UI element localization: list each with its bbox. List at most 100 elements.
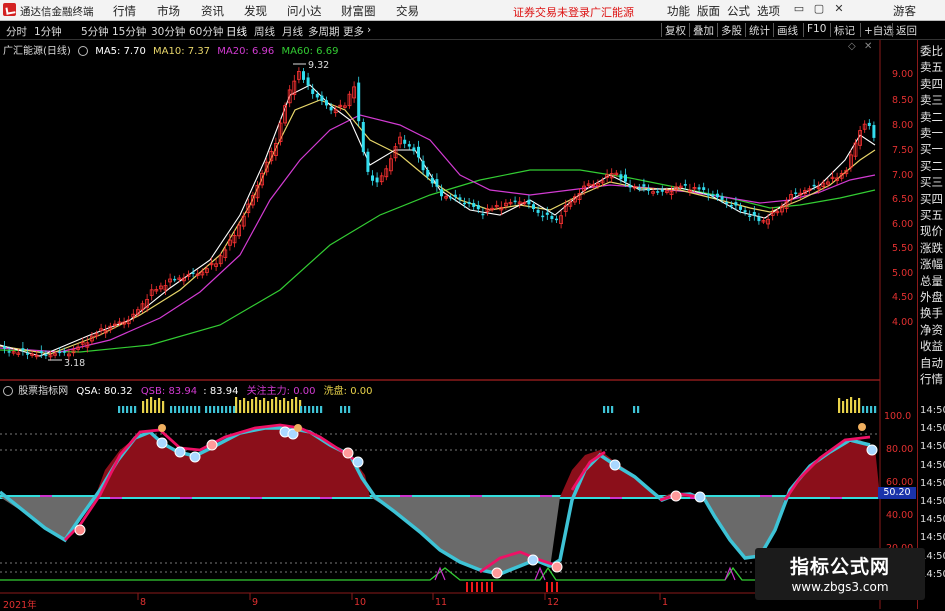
quote-panel-item[interactable]: 涨跌 (920, 241, 943, 256)
settings-circle-icon[interactable] (78, 46, 88, 56)
ma20-line (0, 114, 876, 353)
quote-panel-item[interactable]: 卖四 (920, 77, 943, 92)
tool-tongji[interactable]: 统计 (745, 23, 773, 37)
close-chart-icon[interactable]: ✕ (864, 41, 872, 52)
login-warning[interactable]: 证券交易未登录 (513, 4, 590, 20)
signal-bar (870, 406, 873, 413)
tool-biaoji[interactable]: 标记 (830, 23, 858, 37)
period-fenshi[interactable]: 分时 (6, 24, 27, 39)
signal-bar (146, 399, 149, 413)
quote-panel-item[interactable]: 买二 (920, 159, 943, 174)
candle-body (467, 201, 471, 204)
app-logo-icon (3, 3, 16, 16)
menu-xuanxiang[interactable]: 选项 (757, 3, 780, 19)
tool-fanhui[interactable]: 返回 (892, 23, 920, 37)
candle-body (21, 348, 25, 351)
quote-panel-item[interactable]: 14:50 (920, 458, 945, 473)
period-1min[interactable]: 1分钟 (34, 24, 62, 39)
qsa-value: QSA: 80.32 (76, 386, 133, 397)
indicator-settings-icon[interactable] (3, 386, 13, 396)
chevron-right-icon[interactable]: › (367, 24, 371, 36)
restore-icon[interactable]: ▢ (812, 2, 826, 16)
quote-panel-item[interactable]: 买三 (920, 175, 943, 190)
quote-panel-item[interactable]: 14:50 (920, 421, 945, 436)
quote-panel-item[interactable]: 净资 (920, 323, 943, 338)
candle-body (329, 106, 333, 111)
candle-body (660, 189, 664, 192)
menu-gongneng[interactable]: 功能 (667, 3, 690, 19)
quote-panel-item[interactable]: 14:50 (920, 476, 945, 491)
tool-fuquan[interactable]: 复权 (661, 23, 689, 37)
period-15min[interactable]: 15分钟 (112, 24, 146, 39)
period-5min[interactable]: 5分钟 (81, 24, 109, 39)
period-weekly[interactable]: 周线 (254, 24, 275, 39)
period-multi[interactable]: 多周期 (308, 24, 340, 39)
quote-panel-item[interactable]: 收益 (920, 339, 943, 354)
quote-panel-item[interactable]: 14:50 (920, 439, 945, 454)
menu-caifuquan[interactable]: 财富圈 (341, 3, 376, 19)
signal-bar (263, 398, 266, 413)
candle-body (44, 354, 48, 356)
quote-panel-item[interactable]: 自动 (920, 356, 943, 371)
quote-panel-item[interactable]: 换手 (920, 306, 943, 321)
candle-body (458, 197, 462, 200)
candle-body (624, 174, 627, 182)
menu-zixun[interactable]: 资讯 (201, 3, 224, 19)
candle-body (720, 196, 724, 200)
menu-wenxiaoda[interactable]: 问小达 (287, 3, 322, 19)
minimize-icon[interactable]: ▭ (792, 2, 806, 16)
period-daily[interactable]: 日线 (226, 24, 247, 39)
quote-panel-item[interactable]: 委比 (920, 44, 943, 59)
menu-jiaoyi[interactable]: 交易 (396, 3, 419, 19)
quote-panel-item[interactable]: 总量 (920, 274, 943, 289)
tool-f10[interactable]: F10 (803, 23, 829, 37)
signal-bar (150, 397, 153, 413)
quote-panel-item[interactable]: 行情 (920, 372, 943, 387)
quote-panel-item[interactable]: 卖五 (920, 60, 943, 75)
quote-panel-item[interactable]: 涨幅 (920, 257, 943, 272)
quote-panel-item[interactable]: 外盘 (920, 290, 943, 305)
candle-body (306, 77, 310, 86)
signal-bar (255, 397, 258, 413)
quote-panel-item[interactable]: 买四 (920, 192, 943, 207)
x-tick: 12 (547, 597, 560, 608)
quote-panel-item[interactable]: 14:50 (920, 530, 945, 545)
quote-panel-item[interactable]: 14:50 (920, 494, 945, 509)
menu-shichang[interactable]: 市场 (157, 3, 180, 19)
close-icon[interactable]: ✕ (832, 2, 846, 16)
x-tick: 9 (252, 597, 259, 608)
menu-banmian[interactable]: 版面 (697, 3, 720, 19)
quote-panel-item[interactable]: 买一 (920, 142, 943, 157)
watermark-title: 指标公式网 (789, 556, 890, 578)
app-title: 通达信金融终端 (20, 6, 94, 18)
quote-panel-item[interactable]: 买五 (920, 208, 943, 223)
ma5-line (0, 84, 876, 357)
signal-bar (838, 398, 841, 413)
collapse-icon[interactable]: ◇ (848, 41, 856, 52)
quote-panel-item[interactable]: 现价 (920, 224, 943, 239)
period-more[interactable]: 更多 (343, 24, 364, 39)
y-tick: 7.50 (892, 145, 914, 156)
quote-panel-item[interactable]: 卖一 (920, 126, 943, 141)
menu-hangqing[interactable]: 行情 (113, 3, 136, 19)
quote-panel-item[interactable]: 14:50 (920, 403, 945, 418)
menu-gongshi[interactable]: 公式 (727, 3, 750, 19)
period-60min[interactable]: 60分钟 (189, 24, 223, 39)
quote-panel-item[interactable]: 14:50 (920, 512, 945, 527)
quote-panel-item[interactable]: 卖三 (920, 93, 943, 108)
quote-panel-item[interactable]: 卖二 (920, 110, 943, 125)
tool-huaxian[interactable]: 画线 (773, 23, 801, 37)
watermark-url: www.zbgs3.com (791, 580, 889, 594)
candle-body (302, 71, 305, 80)
signal-bar (162, 401, 165, 413)
ma60-value: MA60: 6.69 (281, 46, 339, 57)
period-monthly[interactable]: 月线 (282, 24, 303, 39)
candle-body (725, 202, 729, 204)
guest-label[interactable]: 游客 (893, 3, 916, 19)
period-30min[interactable]: 30分钟 (151, 24, 185, 39)
kline-chart-svg[interactable]: 9.32 3.18 (0, 40, 917, 609)
tool-diejia[interactable]: 叠加 (689, 23, 717, 37)
candle-body (58, 351, 62, 354)
tool-duogu[interactable]: 多股 (717, 23, 745, 37)
menu-faxian[interactable]: 发现 (244, 3, 267, 19)
